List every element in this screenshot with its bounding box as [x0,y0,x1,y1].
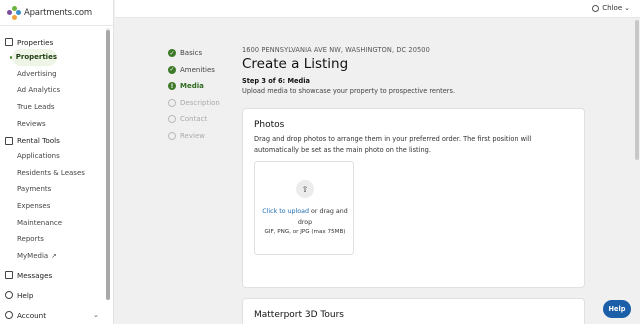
empty-circle-icon [168,131,176,140]
sidebar-section-account[interactable]: Account ⌄ [0,308,113,322]
sidebar-item-expenses[interactable]: Expenses [0,198,113,215]
sidebar-item-label: True Leads [17,103,55,112]
envelope-icon [5,271,13,280]
matterport-title: Matterport 3D Tours [254,310,344,320]
sidebar-item-label: Expenses [17,202,51,211]
globe-icon [5,291,13,300]
cloud-upload-icon: ⇧ [296,180,314,198]
step-amenities[interactable]: ✓ Amenities [168,62,220,79]
sidebar-section-label: Properties [17,37,54,47]
sidebar-section-label: Messages [17,270,53,280]
click-to-upload-link[interactable]: Click to upload [262,208,309,215]
step-review[interactable]: Review [168,128,220,145]
chevron-down-icon[interactable]: ⌄ [93,311,99,319]
page-title: Create a Listing [242,56,349,72]
building-icon [5,38,13,46]
check-icon: ✓ [168,65,176,74]
chevron-down-icon: ⌄ [624,4,630,12]
main-scrollbar[interactable] [635,20,639,160]
sidebar-item-true-leads[interactable]: True Leads [0,99,113,116]
sidebar-section-label: Account [17,310,47,320]
step-label: Amenities [180,65,215,74]
user-avatar-icon [592,4,600,12]
step-contact[interactable]: Contact [168,111,220,128]
photos-title: Photos [254,120,285,130]
listing-steps: ✓ Basics ✓ Amenities ! Media Description Co… [168,45,220,144]
step-label: Description [180,98,220,107]
step-description-text: Upload media to showcase your property t… [242,87,456,95]
sidebar-item-label: Residents & Leases [17,168,85,177]
sidebar-item-reviews[interactable]: Reviews [0,115,113,132]
sidebar-section-properties[interactable]: Properties [0,35,113,49]
sidebar-section-help[interactable]: Help [0,288,113,302]
brand-name: Apartments.com [24,7,92,18]
step-description[interactable]: Description [168,95,220,112]
matterport-card: Matterport 3D Tours [242,298,585,324]
sidebar-item-reports[interactable]: Reports [0,231,113,248]
sidebar-scrollbar-thumb[interactable] [106,30,110,300]
sidebar-section-label: Help [17,290,34,300]
sidebar-item-residents-leases[interactable]: Residents & Leases [0,165,113,182]
sidebar-item-label: Ad Analytics [17,86,61,95]
sidebar-item-ad-analytics[interactable]: Ad Analytics [0,82,113,99]
user-name: Chloe [602,4,623,12]
step-label: Review [180,131,205,140]
sidebar-item-properties[interactable]: Properties [10,49,57,66]
sidebar-section-messages[interactable]: Messages [0,268,113,282]
property-address: 1600 PENNSYLVANIA AVE NW, WASHINGTON, DC… [242,46,430,54]
sidebar: Apartments.com Properties Properties Adv… [0,0,114,324]
sidebar-section-label: Rental Tools [17,136,60,146]
sidebar-item-label: Advertising [17,69,57,78]
sidebar-item-advertising[interactable]: Advertising [0,66,113,83]
alert-icon: ! [168,82,176,91]
sidebar-section-rental-tools[interactable]: Rental Tools [0,134,113,148]
photos-description: Drag and drop photos to arrange them in … [254,135,532,154]
step-basics[interactable]: ✓ Basics [168,45,220,62]
sidebar-item-maintenance[interactable]: Maintenance [0,214,113,231]
step-label: Basics [180,49,203,58]
user-menu[interactable]: Chloe ⌄ [592,4,630,12]
photo-dropzone[interactable]: ⇧ Click to upload or drag and drop GIF, … [254,161,354,255]
upload-formats: GIF, PNG, or JPG (max 75MB) [264,229,346,235]
upload-instructions: Click to upload or drag and drop [259,207,351,228]
step-indicator: Step 3 of 6: Media [242,77,310,85]
active-dot-icon [10,55,12,59]
sidebar-item-applications[interactable]: Applications [0,148,113,165]
sidebar-item-mymedia[interactable]: MyMedia ↗ [0,248,113,265]
sidebar-item-label: Payments [17,185,52,194]
sidebar-item-label: Properties [15,53,57,62]
empty-circle-icon [168,98,176,107]
brand-logo[interactable]: Apartments.com [0,0,113,26]
empty-circle-icon [168,115,176,124]
top-bar: Chloe ⌄ [115,0,640,18]
photos-card: Photos Drag and drop photos to arrange t… [242,108,585,288]
step-label: Contact [180,115,208,124]
help-button[interactable]: Help [603,300,631,318]
check-icon: ✓ [168,49,176,58]
clipboard-icon [5,136,13,145]
step-media[interactable]: ! Media [168,78,220,95]
sidebar-item-label: Reviews [17,119,46,128]
sidebar-item-payments[interactable]: Payments [0,181,113,198]
sidebar-item-label: Reports [17,235,44,244]
step-label: Media [180,82,204,91]
gear-icon [5,311,13,320]
sidebar-item-label: Maintenance [17,218,63,227]
apartments-logo-icon [7,5,21,20]
external-link-icon: ↗ [51,251,57,260]
sidebar-item-label: Applications [17,152,60,161]
sidebar-item-label: MyMedia [17,251,49,260]
